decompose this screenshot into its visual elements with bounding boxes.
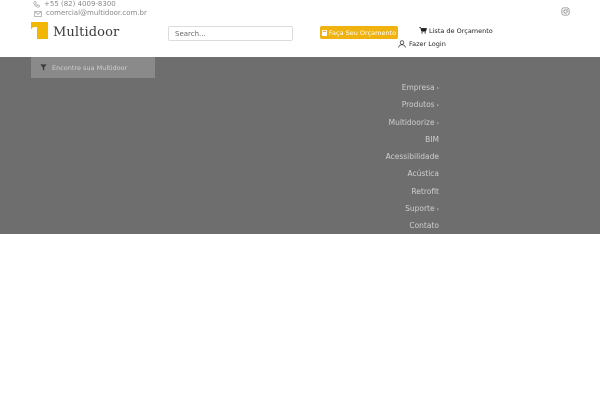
phone-icon xyxy=(31,1,41,8)
email-address: comercial@multidoor.com.br xyxy=(46,9,147,17)
menu-item-label: Empresa xyxy=(401,83,435,92)
envelope-icon xyxy=(33,10,43,17)
menu-item-acustica[interactable]: Acústica xyxy=(386,169,439,186)
menu-item-empresa[interactable]: Empresa › xyxy=(386,83,439,100)
quote-button-label: Faça Seu Orçamento xyxy=(328,28,397,37)
chevron-down-icon: › xyxy=(436,206,439,214)
phone-number: +55 (82) 4009-8300 xyxy=(44,0,116,8)
brand-logo[interactable]: Multidoor xyxy=(31,21,119,40)
search-input[interactable] xyxy=(168,26,293,41)
email-row[interactable]: comercial@multidoor.com.br xyxy=(31,9,147,18)
quote-list-label: Lista de Orçamento xyxy=(429,26,493,35)
brand-name: Multidoor xyxy=(53,25,120,40)
product-finder-button[interactable]: Encontre sua Multidoor xyxy=(31,57,155,78)
menu-item-label: BIM xyxy=(425,134,439,144)
user-icon xyxy=(398,39,406,48)
instagram-icon[interactable] xyxy=(561,1,570,16)
menu-item-label: Retrofit xyxy=(411,186,439,196)
finder-label: Encontre sua Multidoor xyxy=(52,63,128,72)
menu-item-label: Suporte xyxy=(405,204,435,214)
main-menu: Empresa › Produtos › Multidoorize › BIM Ace… xyxy=(386,83,439,239)
login-link[interactable]: Fazer Login xyxy=(398,39,446,48)
menu-overlay xyxy=(0,57,600,234)
calculator-icon xyxy=(321,29,327,36)
logo-mark-icon xyxy=(31,22,48,39)
menu-item-bim[interactable]: BIM xyxy=(386,135,439,152)
menu-item-label: Contato xyxy=(409,221,439,231)
contact-info: +55 (82) 4009-8300 comercial@multidoor.c… xyxy=(31,0,147,18)
login-label: Fazer Login xyxy=(409,39,446,48)
quote-list-link[interactable]: Lista de Orçamento xyxy=(419,26,493,35)
menu-item-acessibilidade[interactable]: Acessibilidade xyxy=(386,152,439,169)
filter-icon xyxy=(40,64,47,71)
phone-row[interactable]: +55 (82) 4009-8300 xyxy=(31,0,147,9)
menu-item-contato[interactable]: Contato xyxy=(386,221,439,238)
cart-icon xyxy=(419,27,427,34)
menu-item-multidoorize[interactable]: Multidoorize › xyxy=(386,118,439,135)
menu-item-label: Acústica xyxy=(407,169,439,179)
menu-item-suporte[interactable]: Suporte › xyxy=(386,204,439,221)
chevron-down-icon: › xyxy=(436,85,439,92)
menu-item-retrofit[interactable]: Retrofit xyxy=(386,187,439,204)
chevron-down-icon: › xyxy=(436,119,439,127)
menu-item-produtos[interactable]: Produtos › xyxy=(386,100,439,117)
chevron-down-icon: › xyxy=(436,102,439,110)
menu-item-label: Multidoorize xyxy=(388,117,435,127)
menu-item-label: Produtos xyxy=(401,100,435,110)
menu-item-label: Acessibilidade xyxy=(385,152,439,162)
quote-button[interactable]: Faça Seu Orçamento xyxy=(320,26,398,39)
